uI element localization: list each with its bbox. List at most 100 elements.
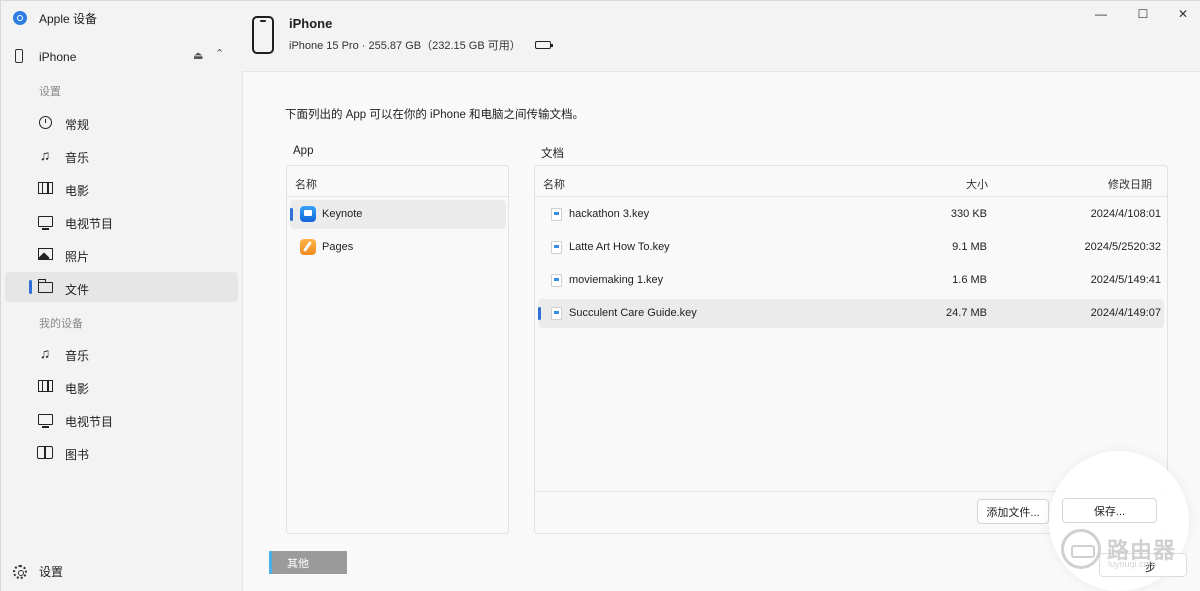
sidebar-item-device-music[interactable]: ♫ 音乐 [5, 338, 238, 368]
document-size: 24.7 MB [946, 307, 987, 319]
pages-app-icon [300, 239, 316, 255]
chevron-up-icon[interactable]: ⌃ [215, 47, 224, 60]
keynote-file-icon [551, 208, 562, 221]
storage-segment [269, 551, 272, 574]
app-row-keynote[interactable]: Keynote [290, 200, 506, 229]
gear-icon [13, 564, 27, 579]
photo-icon [37, 246, 53, 262]
maximize-button[interactable]: ☐ [1124, 5, 1162, 23]
app-row-pages[interactable]: Pages [290, 233, 506, 262]
device-name: iPhone [289, 16, 333, 31]
sidebar-item-device-books[interactable]: 图书 [5, 437, 238, 467]
app-window: Apple 设备 iPhone ⏏ ⌃ 设置 常规 ♫ 音乐 电影 电视节目 照… [0, 0, 1200, 591]
document-size: 9.1 MB [952, 241, 987, 253]
app-name: Pages [322, 241, 354, 253]
settings-label: 设置 [39, 565, 64, 579]
add-file-button[interactable]: 添加文件... [977, 499, 1049, 524]
column-name[interactable]: 名称 [295, 176, 317, 192]
document-name: Latte Art How To.key [569, 241, 670, 253]
sidebar-item-label: 文件 [65, 283, 90, 297]
music-note-icon: ♫ [39, 147, 51, 163]
sidebar-item-music[interactable]: ♫ 音乐 [5, 140, 238, 170]
device-header: iPhone iPhone 15 Pro · 255.87 GB（232.15 … [242, 1, 1200, 71]
device-label: iPhone [39, 50, 77, 64]
device-info: iPhone 15 Pro · 255.87 GB（232.15 GB 可用） [289, 37, 553, 53]
sidebar-item-device-tv-shows[interactable]: 电视节目 [5, 404, 238, 434]
sidebar-item-general[interactable]: 常规 [5, 107, 238, 137]
selection-indicator [29, 280, 32, 294]
sidebar-item-label: 电视节目 [65, 415, 114, 429]
sidebar-settings[interactable]: 设置 [13, 563, 63, 580]
folder-icon [37, 278, 53, 295]
apps-list: 名称 Keynote Pages [286, 165, 509, 534]
column-size[interactable]: 大小 [966, 176, 988, 192]
selection-indicator [538, 307, 541, 320]
document-name: moviemaking 1.key [569, 274, 664, 286]
keynote-file-icon [551, 307, 562, 320]
apps-title: App [293, 145, 314, 157]
sidebar-device-iphone[interactable]: iPhone ⏏ ⌃ [1, 45, 242, 69]
document-size: 330 KB [950, 208, 987, 220]
column-name[interactable]: 名称 [543, 176, 565, 192]
document-name: Succulent Care Guide.key [569, 307, 697, 319]
tv-icon [37, 411, 53, 428]
documents-title: 文档 [541, 148, 564, 160]
app-name: Keynote [322, 208, 363, 220]
eject-icon[interactable]: ⏏ [193, 49, 203, 62]
keynote-file-icon [551, 274, 562, 287]
music-note-icon: ♫ [39, 345, 51, 361]
watermark-sub: luyouqi.com [1108, 559, 1157, 569]
app-title-bar: Apple 设备 [13, 9, 97, 27]
sidebar-item-label: 电视节目 [65, 217, 114, 231]
section-header-my-device: 我的设备 [39, 318, 83, 330]
document-row[interactable]: moviemaking 1.key 1.6 MB 2024/5/149:41 [538, 266, 1164, 295]
save-button[interactable]: 保存... [1062, 498, 1157, 523]
document-size: 1.6 MB [952, 274, 987, 286]
sidebar-item-files[interactable]: 文件 [5, 272, 238, 302]
battery-icon [534, 41, 553, 49]
sidebar-item-movies[interactable]: 电影 [5, 173, 238, 203]
sidebar-item-label: 常规 [65, 118, 90, 132]
document-date: 2024/4/108:01 [1090, 208, 1161, 220]
sidebar-item-label: 音乐 [65, 151, 90, 165]
device-info-text: iPhone 15 Pro · 255.87 GB（232.15 GB 可用） [289, 40, 521, 52]
document-row[interactable]: Latte Art How To.key 9.1 MB 2024/5/2520:… [538, 233, 1164, 262]
sidebar-item-label: 电影 [65, 382, 90, 396]
close-button[interactable]: ✕ [1164, 5, 1200, 23]
documents-list-header: 名称 大小 修改日期 [535, 166, 1167, 197]
sidebar: Apple 设备 iPhone ⏏ ⌃ 设置 常规 ♫ 音乐 电影 电视节目 照… [1, 1, 242, 591]
minimize-button[interactable]: — [1082, 5, 1120, 23]
clock-icon [37, 114, 53, 130]
sidebar-item-label: 电影 [65, 184, 90, 198]
sidebar-item-device-movies[interactable]: 电影 [5, 371, 238, 401]
app-title: Apple 设备 [39, 11, 98, 26]
sidebar-item-label: 图书 [65, 448, 90, 462]
document-name: hackathon 3.key [569, 208, 650, 220]
sidebar-item-label: 音乐 [65, 349, 90, 363]
apps-list-header: 名称 [287, 166, 508, 197]
section-header-settings: 设置 [39, 86, 61, 98]
files-description: 下面列出的 App 可以在你的 iPhone 和电脑之间传输文档。 [285, 109, 585, 121]
document-date: 2024/5/149:41 [1090, 274, 1161, 286]
storage-bar: 其他 [269, 551, 347, 574]
storage-label: 其他 [287, 557, 309, 570]
keynote-file-icon [551, 241, 562, 254]
book-icon [37, 444, 53, 460]
film-icon [37, 378, 53, 394]
sidebar-item-label: 照片 [65, 250, 90, 264]
document-date: 2024/4/149:07 [1090, 307, 1161, 319]
router-logo-icon [1061, 529, 1101, 569]
tv-icon [37, 213, 53, 230]
keynote-app-icon [300, 206, 316, 222]
iphone-icon [252, 16, 274, 54]
apple-devices-logo-icon [13, 11, 27, 25]
phone-icon [15, 49, 23, 63]
sidebar-item-tv-shows[interactable]: 电视节目 [5, 206, 238, 236]
sidebar-item-photos[interactable]: 照片 [5, 239, 238, 269]
column-modified[interactable]: 修改日期 [1108, 176, 1152, 192]
document-date: 2024/5/2520:32 [1084, 241, 1161, 253]
film-icon [37, 180, 53, 196]
document-row-selected[interactable]: Succulent Care Guide.key 24.7 MB 2024/4/… [538, 299, 1164, 328]
document-row[interactable]: hackathon 3.key 330 KB 2024/4/108:01 [538, 200, 1164, 229]
selection-indicator [290, 208, 293, 221]
